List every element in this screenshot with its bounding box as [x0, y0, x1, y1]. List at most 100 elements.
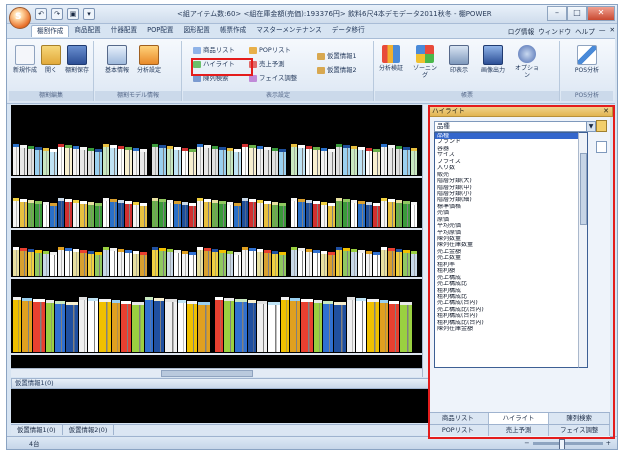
product-facing[interactable] — [314, 300, 322, 352]
product-facing[interactable] — [99, 299, 111, 352]
product-facing[interactable] — [367, 299, 379, 352]
pane-close-icon[interactable]: ✕ — [603, 106, 609, 116]
list-item[interactable]: 陳列在庫金額 — [435, 326, 585, 332]
color-swatch-icon[interactable] — [596, 141, 607, 153]
product-facing[interactable] — [301, 299, 313, 352]
sales-forecast-button[interactable]: 売上予測 — [249, 59, 285, 69]
product-facing[interactable] — [118, 200, 124, 227]
product-facing[interactable] — [212, 146, 218, 175]
product-facing[interactable] — [224, 298, 234, 352]
product-facing[interactable] — [80, 250, 87, 276]
qat-button[interactable]: ↶ — [35, 8, 47, 20]
product-facing[interactable] — [291, 198, 297, 227]
product-facing[interactable] — [298, 199, 305, 227]
zoning-button[interactable]: ゾーニング — [411, 45, 439, 79]
product-facing[interactable] — [65, 145, 72, 175]
face-adjust-button[interactable]: フェイス調整 — [249, 73, 297, 83]
product-facing[interactable] — [358, 147, 365, 175]
product-facing[interactable] — [279, 252, 286, 276]
product-facing[interactable] — [257, 249, 263, 276]
product-facing[interactable] — [343, 199, 350, 227]
product-facing[interactable] — [197, 144, 203, 175]
product-facing[interactable] — [227, 251, 233, 276]
product-facing[interactable] — [411, 251, 417, 276]
product-facing[interactable] — [43, 202, 49, 227]
product-facing[interactable] — [248, 300, 256, 352]
qat-button[interactable]: ↷ — [51, 8, 63, 20]
product-facing[interactable] — [235, 299, 247, 352]
product-facing[interactable] — [212, 249, 218, 276]
product-facing[interactable] — [65, 199, 72, 227]
product-facing[interactable] — [80, 201, 87, 227]
product-facing[interactable] — [242, 247, 248, 276]
product-facing[interactable] — [356, 298, 366, 352]
product-facing[interactable] — [373, 203, 380, 227]
product-facing[interactable] — [373, 149, 380, 175]
product-facing[interactable] — [95, 252, 102, 276]
pane-tab[interactable]: 商品リスト — [428, 413, 489, 424]
product-facing[interactable] — [159, 248, 166, 276]
analysis-settings-button[interactable]: 分析設定 — [135, 45, 163, 74]
product-facing[interactable] — [133, 148, 139, 175]
product-facing[interactable] — [264, 147, 271, 175]
chevron-down-icon[interactable]: ▼ — [586, 122, 595, 131]
planogram-canvas[interactable] — [11, 105, 422, 377]
product-facing[interactable] — [388, 145, 395, 175]
product-facing[interactable] — [234, 252, 241, 276]
list-scroll-thumb[interactable] — [580, 153, 587, 225]
product-facing[interactable] — [351, 200, 357, 227]
product-facing[interactable] — [264, 201, 271, 227]
basic-info-button[interactable]: 基本情報 — [103, 45, 131, 74]
product-facing[interactable] — [313, 201, 320, 227]
product-facing[interactable] — [298, 248, 305, 276]
product-facing[interactable] — [165, 299, 177, 352]
zoom-knob[interactable] — [558, 438, 565, 449]
pop-list-button[interactable]: POPリスト — [249, 45, 291, 55]
product-facing[interactable] — [65, 248, 72, 276]
product-facing[interactable] — [174, 201, 181, 227]
product-facing[interactable] — [347, 297, 355, 352]
zoom-in-button[interactable]: + — [606, 439, 611, 447]
product-facing[interactable] — [22, 298, 32, 352]
shelf-row[interactable] — [11, 198, 422, 230]
product-facing[interactable] — [189, 203, 196, 227]
product-facing[interactable] — [396, 200, 402, 227]
product-facing[interactable] — [313, 250, 320, 276]
product-facing[interactable] — [35, 201, 42, 227]
product-facing[interactable] — [219, 147, 226, 175]
product-facing[interactable] — [55, 301, 65, 352]
product-facing[interactable] — [396, 146, 402, 175]
product-facing[interactable] — [110, 248, 117, 276]
product-facing[interactable] — [219, 201, 226, 227]
product-facing[interactable] — [88, 202, 94, 227]
product-facing[interactable] — [249, 199, 256, 227]
product-facing[interactable] — [73, 200, 79, 227]
product-facing[interactable] — [272, 148, 278, 175]
product-facing[interactable] — [189, 149, 196, 175]
product-facing[interactable] — [50, 252, 57, 276]
shelf-row[interactable] — [11, 247, 422, 279]
product-facing[interactable] — [219, 250, 226, 276]
product-facing[interactable] — [198, 302, 210, 352]
product-facing[interactable] — [182, 148, 188, 175]
menu-right-item[interactable]: ログ情報 — [508, 26, 534, 36]
product-facing[interactable] — [336, 198, 342, 227]
product-facing[interactable] — [125, 147, 132, 175]
temp-info2-button[interactable]: 仮置情報2 — [317, 65, 357, 75]
zoom-out-button[interactable]: − — [524, 439, 529, 447]
highlight-item-list[interactable]: 品種 ブランド 容器 サイズ プライス 入り数 販売 階層分類(大) 階層分類(中) 階層分類(小… — [434, 132, 586, 368]
open-button[interactable]: 開く — [37, 45, 65, 74]
product-facing[interactable] — [174, 147, 181, 175]
product-facing[interactable] — [178, 300, 186, 352]
product-facing[interactable] — [328, 203, 335, 227]
product-facing[interactable] — [281, 297, 289, 352]
product-facing[interactable] — [227, 148, 233, 175]
product-facing[interactable] — [43, 251, 49, 276]
product-facing[interactable] — [132, 302, 144, 352]
app-menu-button[interactable]: S — [9, 7, 31, 29]
product-facing[interactable] — [358, 201, 365, 227]
product-facing[interactable] — [268, 302, 280, 352]
product-facing[interactable] — [88, 148, 94, 175]
product-facing[interactable] — [343, 145, 350, 175]
product-facing[interactable] — [279, 149, 286, 175]
